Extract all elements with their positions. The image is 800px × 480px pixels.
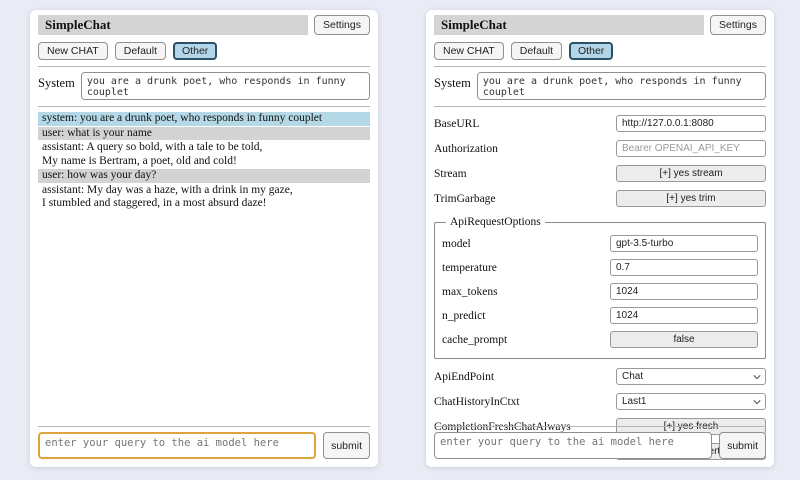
setting-row-trimgarbage: TrimGarbage [+] yes trim [434, 190, 766, 207]
app-titlebar: SimpleChat Settings [38, 15, 370, 35]
chat-message-assistant: assistant: My day was a haze, with a dri… [38, 184, 370, 211]
chat-panel: SimpleChat Settings New CHAT Default Oth… [30, 10, 378, 467]
setting-row-n-predict: n_predict [442, 307, 758, 324]
app-title: SimpleChat [434, 15, 704, 35]
setting-label: Authorization [434, 143, 498, 155]
setting-label: cache_prompt [442, 334, 507, 346]
divider [38, 426, 370, 427]
system-label: System [434, 72, 471, 91]
chat-message-user: user: what is your name [38, 127, 370, 141]
chat-log: system: you are a drunk poet, who respon… [38, 112, 370, 211]
setting-label: ApiEndPoint [434, 371, 494, 383]
divider [434, 66, 766, 67]
temperature-input[interactable] [610, 259, 758, 276]
max-tokens-input[interactable] [610, 283, 758, 300]
chat-history-select[interactable]: Last1 [616, 393, 766, 410]
system-prompt-row: System you are a drunk poet, who respond… [434, 72, 766, 100]
settings-button[interactable]: Settings [710, 15, 766, 35]
setting-label: TrimGarbage [434, 193, 496, 205]
query-bar: submit [434, 420, 766, 459]
query-bar: submit [38, 420, 370, 459]
app-titlebar: SimpleChat Settings [434, 15, 766, 35]
setting-row-stream: Stream [+] yes stream [434, 165, 766, 182]
setting-label: Stream [434, 168, 467, 180]
setting-label: model [442, 238, 471, 250]
setting-row-max-tokens: max_tokens [442, 283, 758, 300]
setting-row-authorization: Authorization [434, 140, 766, 157]
settings-panel: SimpleChat Settings New CHAT Default Oth… [426, 10, 774, 467]
submit-button[interactable]: submit [719, 432, 766, 459]
trim-garbage-toggle-button[interactable]: [+] yes trim [616, 190, 766, 207]
session-button-other[interactable]: Other [569, 42, 613, 60]
chat-history-value: Last1 [622, 396, 646, 407]
setting-row-api-endpoint: ApiEndPoint Chat [434, 368, 766, 385]
settings-button[interactable]: Settings [314, 15, 370, 35]
session-buttons: New CHAT Default Other [38, 42, 370, 60]
system-label: System [38, 72, 75, 91]
chat-message-system: system: you are a drunk poet, who respon… [38, 112, 370, 126]
setting-label: max_tokens [442, 286, 498, 298]
api-request-options-fieldset: ApiRequestOptions model temperature max_… [434, 216, 766, 359]
new-chat-button[interactable]: New CHAT [434, 42, 504, 60]
system-prompt-row: System you are a drunk poet, who respond… [38, 72, 370, 100]
query-textarea[interactable] [434, 432, 712, 459]
submit-button[interactable]: submit [323, 432, 370, 459]
setting-row-baseurl: BaseURL [434, 115, 766, 132]
session-buttons: New CHAT Default Other [434, 42, 766, 60]
chevron-down-icon [753, 398, 761, 406]
divider [434, 426, 766, 427]
chat-message-user: user: how was your day? [38, 169, 370, 183]
app-title: SimpleChat [38, 15, 308, 35]
setting-row-chat-history: ChatHistoryInCtxt Last1 [434, 393, 766, 410]
setting-label: temperature [442, 262, 497, 274]
setting-row-cache-prompt: cache_prompt false [442, 331, 758, 348]
system-prompt-textarea[interactable]: you are a drunk poet, who responds in fu… [81, 72, 370, 100]
api-endpoint-value: Chat [622, 371, 643, 382]
session-button-default[interactable]: Default [511, 42, 562, 60]
n-predict-input[interactable] [610, 307, 758, 324]
fieldset-legend: ApiRequestOptions [446, 216, 545, 228]
setting-row-temperature: temperature [442, 259, 758, 276]
divider [38, 66, 370, 67]
stream-toggle-button[interactable]: [+] yes stream [616, 165, 766, 182]
authorization-input[interactable] [616, 140, 766, 157]
query-textarea[interactable] [38, 432, 316, 459]
divider [38, 106, 370, 107]
setting-label: BaseURL [434, 118, 479, 130]
setting-label: ChatHistoryInCtxt [434, 396, 520, 408]
chevron-down-icon [753, 373, 761, 381]
chat-message-assistant: assistant: A query so bold, with a tale … [38, 141, 370, 168]
setting-label: n_predict [442, 310, 485, 322]
setting-row-model: model [442, 235, 758, 252]
cache-prompt-toggle-button[interactable]: false [610, 331, 758, 348]
session-button-default[interactable]: Default [115, 42, 166, 60]
system-prompt-textarea[interactable]: you are a drunk poet, who responds in fu… [477, 72, 766, 100]
base-url-input[interactable] [616, 115, 766, 132]
divider [434, 106, 766, 107]
model-input[interactable] [610, 235, 758, 252]
new-chat-button[interactable]: New CHAT [38, 42, 108, 60]
session-button-other[interactable]: Other [173, 42, 217, 60]
api-endpoint-select[interactable]: Chat [616, 368, 766, 385]
